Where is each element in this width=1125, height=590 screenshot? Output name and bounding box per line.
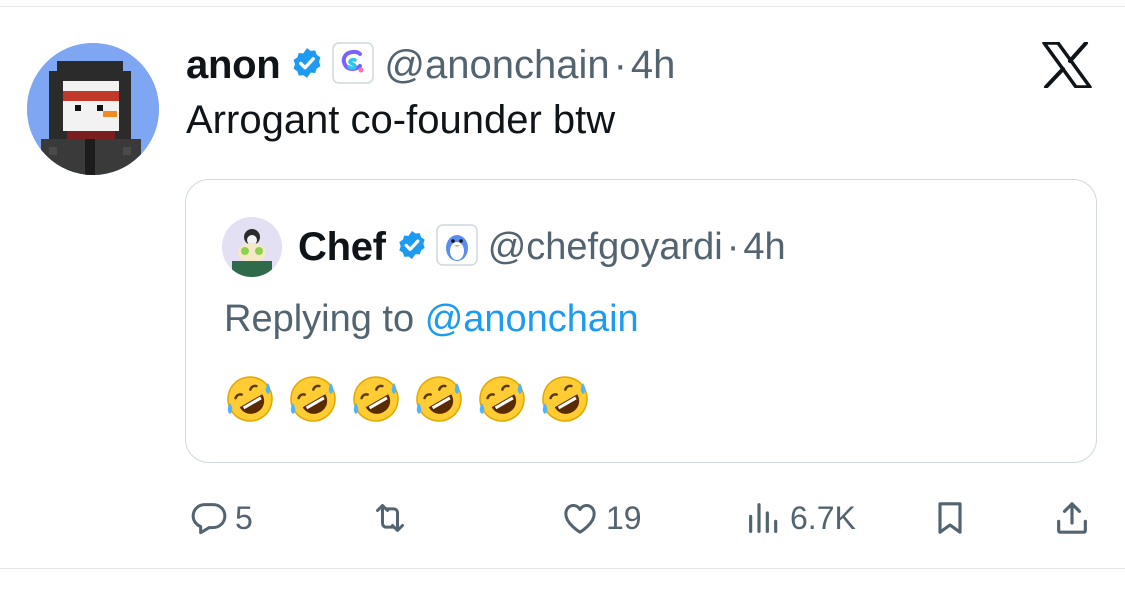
views-button[interactable]: 6.7K [744,495,856,541]
retweet-button[interactable] [369,495,417,541]
tweet-action-bar: 5 19 6.7K [0,495,1125,541]
tweet-header: anon @anonchain · 4h [186,40,675,90]
affiliation-penguin-icon[interactable] [435,223,478,271]
rofl-emoji-icon [413,373,465,425]
share-button[interactable] [1052,495,1092,541]
pixel-character-icon [27,43,159,175]
heart-icon [564,504,596,534]
quoted-tweet-card[interactable]: Chef @chefgoyardi · 4h Replying to @anon… [185,179,1097,463]
author-handle[interactable]: @anonchain [384,43,609,88]
views-count: 6.7K [790,499,856,536]
rofl-emoji-icon [539,373,591,425]
replying-to-mention[interactable]: @anonchain [425,298,639,340]
reply-count: 5 [235,499,253,536]
rofl-emoji-icon [287,373,339,425]
verified-badge-icon [396,229,428,266]
penguin-character-icon [222,217,282,277]
quoted-author-avatar[interactable] [222,217,282,277]
verified-badge-icon [290,46,324,85]
like-button[interactable]: 19 [560,495,642,541]
like-count: 19 [606,499,642,536]
retweet-icon [376,504,404,532]
author-avatar[interactable] [27,43,159,175]
x-logo-icon[interactable] [1042,41,1092,89]
rofl-emoji-icon [476,373,528,425]
replying-to-line: Replying to @anonchain [224,298,639,341]
quoted-tweet-time[interactable]: 4h [743,226,785,269]
separator-dot: · [613,42,627,87]
bookmark-button[interactable] [930,495,970,541]
views-bar-icon [749,503,778,533]
rofl-emoji-icon [224,373,276,425]
bookmark-icon [938,502,962,534]
comment-icon [191,503,227,535]
top-divider [0,6,1125,7]
separator-dot: · [726,225,740,268]
tweet-time[interactable]: 4h [631,43,676,88]
quoted-tweet-header: Chef @chefgoyardi · 4h [298,222,786,272]
reply-button[interactable]: 5 [189,495,253,541]
bottom-divider [0,568,1125,569]
rofl-emoji-icon [350,373,402,425]
author-name[interactable]: anon [186,43,281,88]
tweet-text: Arrogant co-founder btw [186,98,616,142]
quoted-author-handle[interactable]: @chefgoyardi [488,226,723,269]
replying-to-prefix: Replying to [224,298,415,340]
share-icon [1057,502,1087,534]
quoted-author-name[interactable]: Chef [298,225,386,270]
emoji-row [224,373,591,425]
affiliation-cs-logo-icon[interactable] [332,41,375,89]
